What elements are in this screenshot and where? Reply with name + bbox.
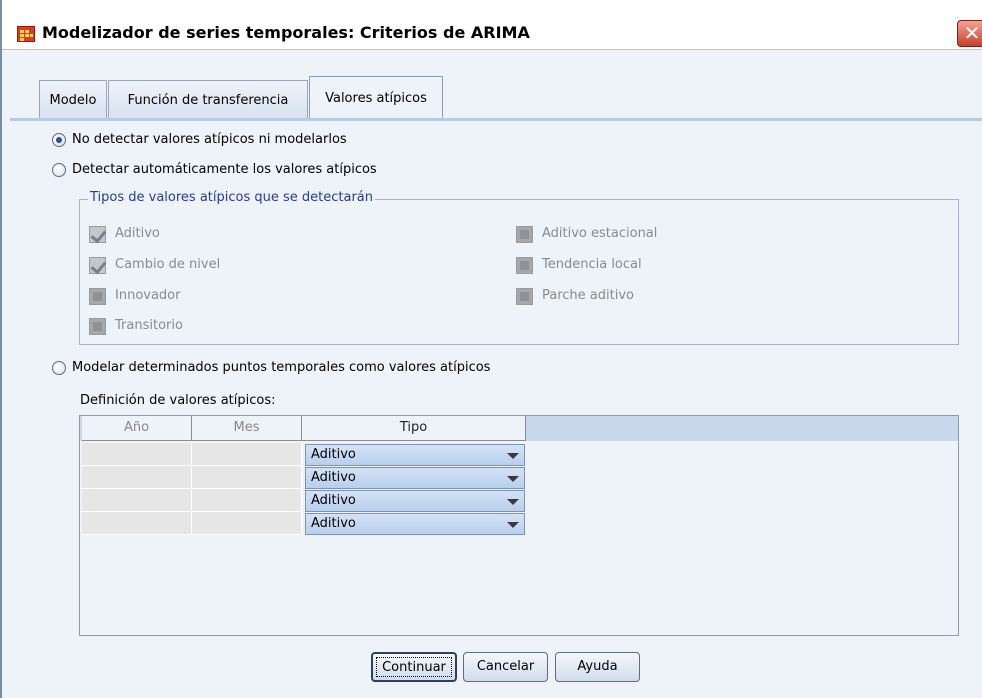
tab-label: Modelo	[49, 93, 97, 108]
year-cell[interactable]	[82, 489, 192, 512]
radio-label: Modelar determinados puntos temporales c…	[72, 360, 491, 375]
month-cell[interactable]	[192, 443, 302, 466]
cancel-button[interactable]: Cancelar	[463, 652, 548, 682]
year-cell[interactable]	[82, 512, 192, 535]
tab-label: Función de transferencia	[127, 93, 289, 108]
continue-button[interactable]: Continuar	[371, 652, 457, 682]
checkbox[interactable]	[89, 288, 106, 305]
outlier-definition-table[interactable]: Año Mes Tipo Aditivo Aditivo Aditivo Adi…	[79, 415, 959, 636]
type-select[interactable]: Aditivo	[305, 513, 525, 535]
checkbox-label: Cambio de nivel	[115, 257, 221, 272]
radio-label: No detectar valores atípicos ni modelarl…	[72, 132, 347, 147]
year-cell[interactable]	[82, 466, 192, 489]
radio-button[interactable]	[52, 361, 66, 375]
checkbox[interactable]	[516, 257, 533, 274]
month-cell[interactable]	[192, 512, 302, 535]
checkbox[interactable]	[89, 226, 106, 243]
group-legend: Tipos de valores atípicos que se detecta…	[88, 190, 376, 205]
checkbox[interactable]	[89, 257, 106, 274]
column-header-month[interactable]: Mes	[192, 416, 302, 441]
year-cell[interactable]	[82, 443, 192, 466]
month-cell[interactable]	[192, 466, 302, 489]
checkbox-label: Innovador	[115, 288, 181, 303]
tab-label: Valores atípicos	[325, 91, 427, 106]
checkbox-label: Aditivo	[115, 226, 160, 241]
select-value: Aditivo	[311, 493, 356, 508]
select-value: Aditivo	[311, 447, 356, 462]
radio-label: Detectar automáticamente los valores atí…	[72, 162, 377, 177]
tab-funcion-transferencia[interactable]: Función de transferencia	[108, 80, 308, 118]
definition-label: Definición de valores atípicos:	[80, 393, 276, 408]
tab-modelo[interactable]: Modelo	[39, 80, 107, 118]
spreadsheet-app-icon	[17, 26, 35, 42]
dropdown-arrow-icon	[507, 499, 519, 505]
type-select[interactable]: Aditivo	[305, 467, 525, 489]
checkbox-label: Aditivo estacional	[542, 226, 658, 241]
close-icon: ✕	[963, 21, 981, 45]
checkbox-label: Parche aditivo	[542, 288, 634, 303]
checkbox-label: Transitorio	[115, 318, 183, 333]
checkbox[interactable]	[516, 288, 533, 305]
help-button[interactable]: Ayuda	[555, 652, 640, 682]
checkbox-label: Tendencia local	[542, 257, 642, 272]
tab-valores-atipicos[interactable]: Valores atípicos	[309, 76, 443, 120]
column-header-type[interactable]: Tipo	[302, 416, 526, 441]
radio-button[interactable]	[52, 163, 66, 177]
window-title: Modelizador de series temporales: Criter…	[42, 23, 530, 42]
dropdown-arrow-icon	[507, 522, 519, 528]
type-select[interactable]: Aditivo	[305, 444, 525, 466]
dropdown-arrow-icon	[507, 476, 519, 482]
title-bar[interactable]: Modelizador de series temporales: Criter…	[2, 0, 982, 50]
checkbox[interactable]	[89, 318, 106, 335]
checkbox[interactable]	[516, 226, 533, 243]
select-value: Aditivo	[311, 470, 356, 485]
radio-button-checked[interactable]	[52, 133, 66, 147]
button-label: Cancelar	[476, 659, 535, 674]
close-button[interactable]: ✕	[957, 20, 982, 47]
month-cell[interactable]	[192, 489, 302, 512]
dialog-window: Modelizador de series temporales: Criter…	[0, 0, 982, 698]
tab-strip-divider	[10, 118, 982, 121]
select-value: Aditivo	[311, 516, 356, 531]
button-label: Continuar	[382, 660, 446, 675]
type-select[interactable]: Aditivo	[305, 490, 525, 512]
dropdown-arrow-icon	[507, 453, 519, 459]
column-header-year[interactable]: Año	[82, 416, 192, 441]
button-label: Ayuda	[577, 659, 618, 674]
